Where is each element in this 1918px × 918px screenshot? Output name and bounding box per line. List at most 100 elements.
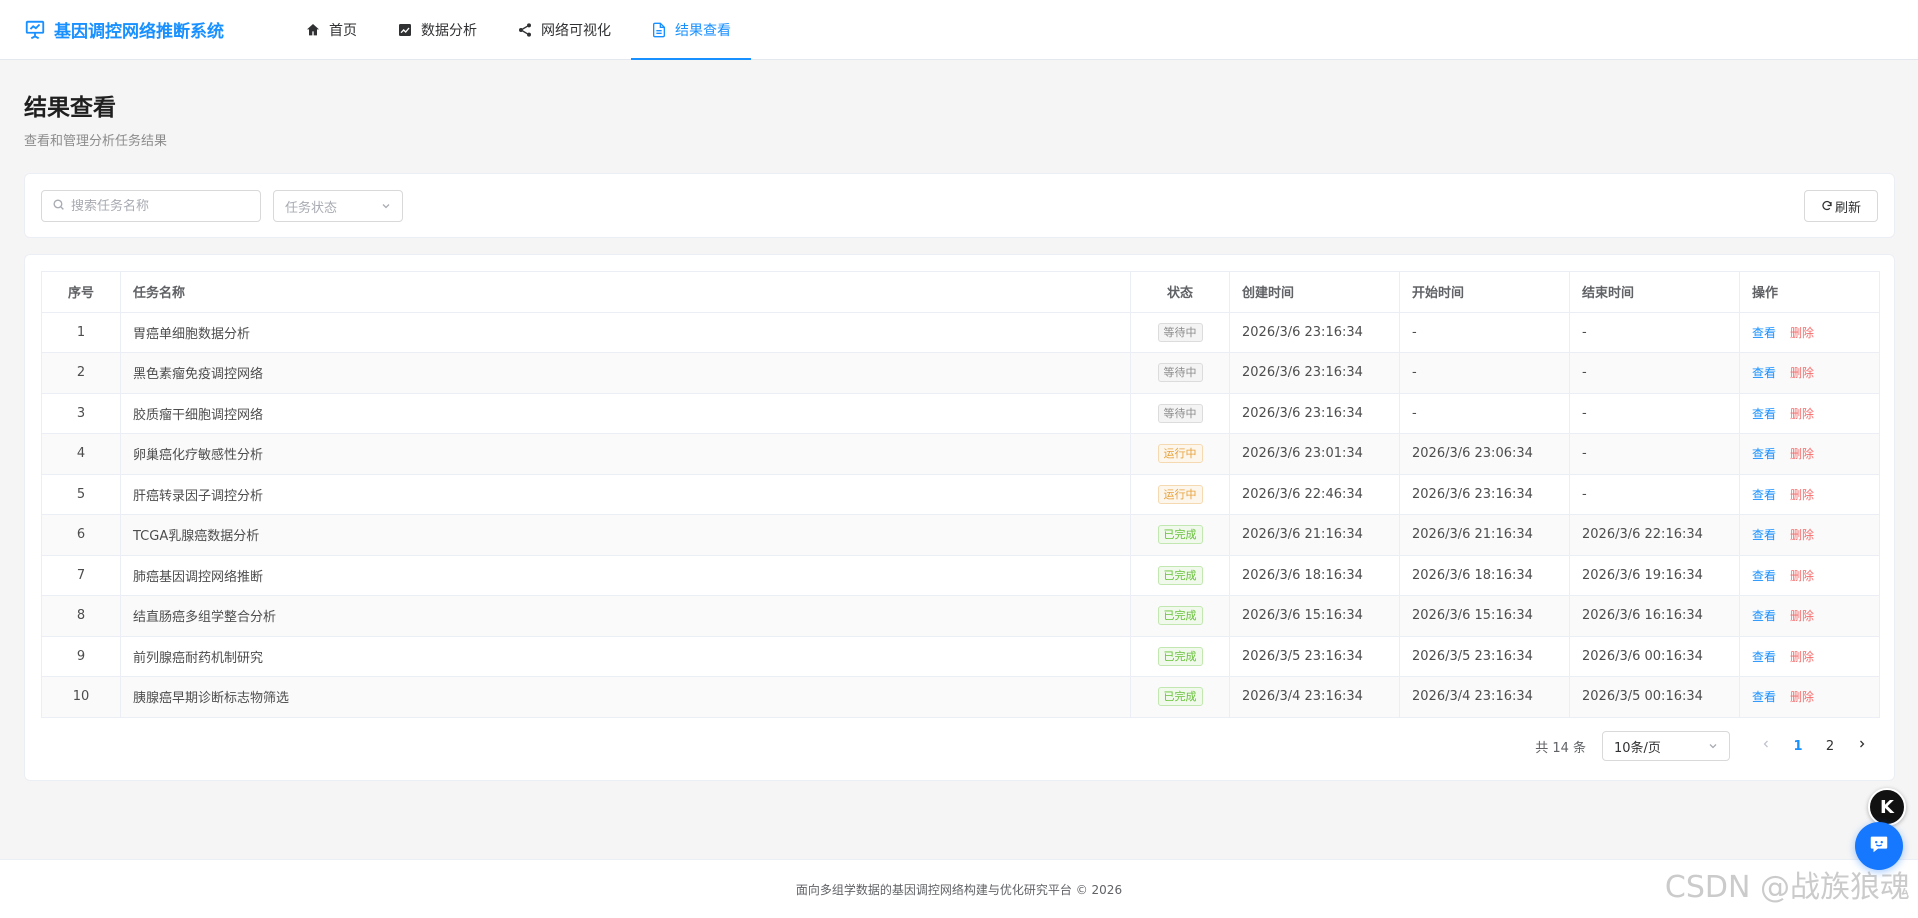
table-row: 5 肝癌转录因子调控分析 运行中 2026/3/6 22:46:34 2026/3/6 …: [41, 473, 1880, 515]
cell-index: 3: [41, 392, 121, 434]
view-button[interactable]: 查看: [1752, 366, 1776, 380]
delete-button[interactable]: 删除: [1790, 447, 1814, 461]
page-number-2[interactable]: 2: [1814, 731, 1846, 761]
results-table-card: 序号 任务名称 状态 创建时间 开始时间 结束时间 操作 1 胃癌单细胞数据分析等…: [24, 254, 1895, 781]
cell-end-time: -: [1569, 433, 1740, 475]
cell-status: 已完成: [1130, 595, 1230, 637]
delete-button[interactable]: 删除: [1790, 326, 1814, 340]
cell-created-time: 2026/3/6 23:16:34: [1229, 311, 1400, 353]
page-number-1[interactable]: 1: [1782, 731, 1814, 761]
cell-created-time: 2026/3/6 22:46:34: [1229, 473, 1400, 515]
pagination: 共 14 条 10条/页 1 2: [1535, 730, 1878, 762]
status-select-placeholder: 任务状态: [285, 200, 338, 216]
refresh-button[interactable]: 刷新: [1804, 190, 1878, 222]
cell-status: 已完成: [1130, 676, 1230, 718]
cell-status: 等待中: [1130, 392, 1230, 434]
prev-page-button[interactable]: [1750, 731, 1782, 761]
cell-index: 8: [41, 595, 121, 637]
cell-start-time: 2026/3/6 21:16:34: [1399, 514, 1570, 556]
table-row: 3 胶质瘤干细胞调控网络 等待中 2026/3/6 23:16:34- - 查看 删除: [41, 392, 1880, 434]
delete-button[interactable]: 删除: [1790, 609, 1814, 623]
status-select[interactable]: 任务状态: [273, 190, 403, 222]
cell-created-time: 2026/3/5 23:16:34: [1229, 635, 1400, 677]
cell-end-time: -: [1569, 311, 1740, 353]
cell-start-time: 2026/3/6 15:16:34: [1399, 595, 1570, 637]
nav-item-network-visualization[interactable]: 网络可视化: [497, 0, 631, 59]
filter-bar: 任务状态 刷新: [24, 173, 1895, 238]
table-header-row: 序号 任务名称 状态 创建时间 开始时间 结束时间 操作: [41, 271, 1880, 313]
next-page-button[interactable]: [1846, 731, 1878, 761]
cell-task-name: 肺癌基因调控网络推断: [120, 554, 1131, 596]
results-table: 序号 任务名称 状态 创建时间 开始时间 结束时间 操作 1 胃癌单细胞数据分析等…: [41, 271, 1880, 718]
view-button[interactable]: 查看: [1752, 609, 1776, 623]
delete-button[interactable]: 删除: [1790, 528, 1814, 542]
cell-status: 已完成: [1130, 514, 1230, 556]
cell-end-time: -: [1569, 392, 1740, 434]
view-button[interactable]: 查看: [1752, 569, 1776, 583]
view-button[interactable]: 查看: [1752, 488, 1776, 502]
cell-task-name: 前列腺癌耐药机制研究: [120, 635, 1131, 677]
cell-actions: 查看 删除: [1739, 392, 1880, 434]
view-button[interactable]: 查看: [1752, 650, 1776, 664]
cell-created-time: 2026/3/6 18:16:34: [1229, 554, 1400, 596]
cell-actions: 查看 删除: [1739, 352, 1880, 394]
status-badge: 已完成: [1157, 525, 1203, 545]
cell-status: 等待中: [1130, 352, 1230, 394]
k-assistant-button[interactable]: K: [1868, 788, 1906, 826]
delete-button[interactable]: 删除: [1790, 690, 1814, 704]
delete-button[interactable]: 删除: [1790, 569, 1814, 583]
nav-item-home[interactable]: 首页: [285, 0, 377, 59]
page-size-select[interactable]: 10条/页: [1602, 731, 1730, 761]
k-logo-icon: K: [1880, 796, 1894, 818]
cell-task-name: 黑色素瘤免疫调控网络: [120, 352, 1131, 394]
cell-index: 5: [41, 473, 121, 515]
brand[interactable]: 基因调控网络推断系统: [0, 0, 285, 59]
page-subtitle: 查看和管理分析任务结果: [24, 134, 168, 149]
cell-start-time: -: [1399, 392, 1570, 434]
chevron-right-icon: [1856, 738, 1868, 754]
search-field[interactable]: [41, 190, 261, 222]
top-navbar: 基因调控网络推断系统 首页 数据分析 网络可视化 结果查看: [0, 0, 1918, 60]
cell-status: 等待中: [1130, 311, 1230, 353]
nav-label: 首页: [329, 22, 357, 39]
cell-index: 2: [41, 352, 121, 394]
delete-button[interactable]: 删除: [1790, 650, 1814, 664]
footer-text: 面向多组学数据的基因调控网络构建与优化研究平台 © 2026: [795, 882, 1123, 897]
column-header: 操作: [1739, 271, 1880, 313]
table-row: 7 肺癌基因调控网络推断 已完成 2026/3/6 18:16:34 2026/3/6 …: [41, 554, 1880, 596]
cell-start-time: -: [1399, 311, 1570, 353]
cell-end-time: 2026/3/6 19:16:34: [1569, 554, 1740, 596]
search-input[interactable]: [71, 198, 251, 214]
cell-index: 10: [41, 676, 121, 718]
cell-end-time: 2026/3/5 00:16:34: [1569, 676, 1740, 718]
view-button[interactable]: 查看: [1752, 326, 1776, 340]
column-header: 状态: [1130, 271, 1230, 313]
status-badge: 等待中: [1157, 363, 1203, 383]
nav-label: 结果查看: [675, 22, 731, 39]
nav-item-data-analysis[interactable]: 数据分析: [377, 0, 497, 59]
delete-button[interactable]: 删除: [1790, 488, 1814, 502]
nav-item-results[interactable]: 结果查看: [631, 0, 751, 60]
delete-button[interactable]: 删除: [1790, 366, 1814, 380]
cell-status: 已完成: [1130, 635, 1230, 677]
cell-created-time: 2026/3/6 21:16:34: [1229, 514, 1400, 556]
page-title: 结果查看: [24, 95, 116, 121]
cell-actions: 查看 删除: [1739, 433, 1880, 475]
view-button[interactable]: 查看: [1752, 528, 1776, 542]
cell-end-time: -: [1569, 473, 1740, 515]
cell-created-time: 2026/3/6 15:16:34: [1229, 595, 1400, 637]
status-badge: 等待中: [1157, 403, 1203, 423]
view-button[interactable]: 查看: [1752, 407, 1776, 421]
cell-actions: 查看 删除: [1739, 676, 1880, 718]
cell-index: 9: [41, 635, 121, 677]
share-icon: [517, 22, 533, 38]
delete-button[interactable]: 删除: [1790, 407, 1814, 421]
table-row: 2 黑色素瘤免疫调控网络 等待中 2026/3/6 23:16:34- - 查看 删除: [41, 352, 1880, 394]
page-size-value: 10条/页: [1614, 740, 1661, 756]
table-row: 1 胃癌单细胞数据分析 等待中 2026/3/6 23:16:34- - 查看 删除: [41, 311, 1880, 353]
home-icon: [305, 22, 321, 38]
view-button[interactable]: 查看: [1752, 690, 1776, 704]
cell-start-time: -: [1399, 352, 1570, 394]
view-button[interactable]: 查看: [1752, 447, 1776, 461]
status-badge: 运行中: [1157, 484, 1203, 504]
